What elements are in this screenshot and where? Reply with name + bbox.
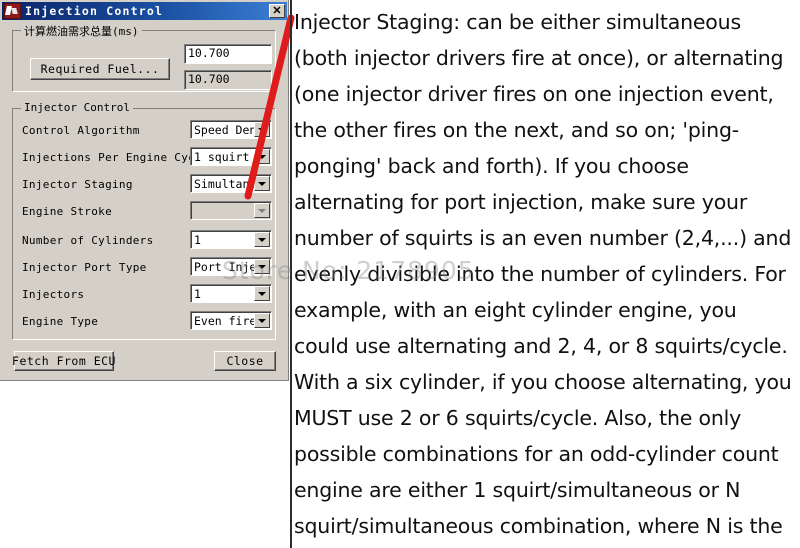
label-injectors: Injectors bbox=[22, 288, 85, 301]
chevron-down-icon bbox=[254, 203, 270, 218]
chevron-down-icon[interactable] bbox=[254, 149, 270, 164]
injector-control-group-title: Injector Control bbox=[21, 101, 133, 114]
chevron-down-icon[interactable] bbox=[254, 259, 270, 274]
close-button[interactable]: Close bbox=[214, 351, 276, 371]
combo-injections-per-engine-cycle[interactable]: 1 squirt bbox=[190, 147, 272, 166]
window-title: Injection Control bbox=[25, 4, 164, 18]
label-control-algorithm: Control Algorithm bbox=[22, 124, 140, 137]
chevron-down-icon[interactable] bbox=[254, 176, 270, 191]
combo-value-number-of-cylinders: 1 bbox=[194, 233, 201, 247]
combo-value-engine-stroke bbox=[191, 202, 254, 219]
combo-engine-type[interactable]: Even fire bbox=[190, 311, 272, 330]
chevron-down-icon[interactable] bbox=[254, 313, 270, 328]
combo-injectors[interactable]: 1 bbox=[190, 284, 272, 303]
combo-injector-staging[interactable]: Simultaneous bbox=[190, 174, 272, 193]
group-bevel bbox=[12, 108, 276, 340]
label-injections-per-engine-cycle: Injections Per Engine Cycle bbox=[22, 151, 209, 164]
injector-control-group: Injector Control bbox=[12, 101, 276, 340]
required-fuel-button[interactable]: Required Fuel... bbox=[30, 58, 170, 80]
label-injector-port-type: Injector Port Type bbox=[22, 261, 147, 274]
panel-divider bbox=[290, 0, 292, 548]
combo-number-of-cylinders[interactable]: 1 bbox=[190, 230, 272, 249]
label-engine-type: Engine Type bbox=[22, 315, 99, 328]
combo-injector-port-type[interactable]: Port Injection bbox=[190, 257, 272, 276]
required-fuel-value-primary[interactable]: 10.700 bbox=[184, 44, 272, 64]
combo-value-injector-port-type: Port Injection bbox=[194, 260, 254, 274]
chevron-down-icon[interactable] bbox=[254, 122, 270, 137]
title-bar[interactable]: Injection Control ✕ bbox=[2, 2, 287, 20]
injection-control-dialog: Injection Control ✕ 计算燃油需求总量(ms) Require… bbox=[0, 0, 289, 381]
label-number-of-cylinders: Number of Cylinders bbox=[22, 234, 154, 247]
chevron-down-icon[interactable] bbox=[254, 232, 270, 247]
combo-value-injections-per-engine-cycle: 1 squirt bbox=[194, 150, 250, 164]
label-engine-stroke: Engine Stroke bbox=[22, 205, 112, 218]
combo-value-injector-staging: Simultaneous bbox=[194, 177, 254, 191]
required-fuel-group-title: 计算燃油需求总量(ms) bbox=[21, 23, 142, 39]
close-icon[interactable]: ✕ bbox=[269, 4, 285, 18]
app-icon bbox=[4, 3, 21, 19]
chevron-down-icon[interactable] bbox=[254, 286, 270, 301]
combo-value-control-algorithm: Speed Density bbox=[194, 123, 254, 137]
label-injector-staging: Injector Staging bbox=[22, 178, 133, 191]
required-fuel-value-secondary: 10.700 bbox=[184, 70, 272, 90]
combo-control-algorithm[interactable]: Speed Density bbox=[190, 120, 272, 139]
explanation-text: Injector Staging: can be either simultan… bbox=[294, 10, 792, 538]
combo-value-engine-type: Even fire bbox=[194, 314, 254, 328]
combo-engine-stroke bbox=[190, 201, 272, 220]
combo-value-injectors: 1 bbox=[194, 287, 201, 301]
fetch-from-ecu-button[interactable]: Fetch From ECU bbox=[12, 351, 115, 371]
